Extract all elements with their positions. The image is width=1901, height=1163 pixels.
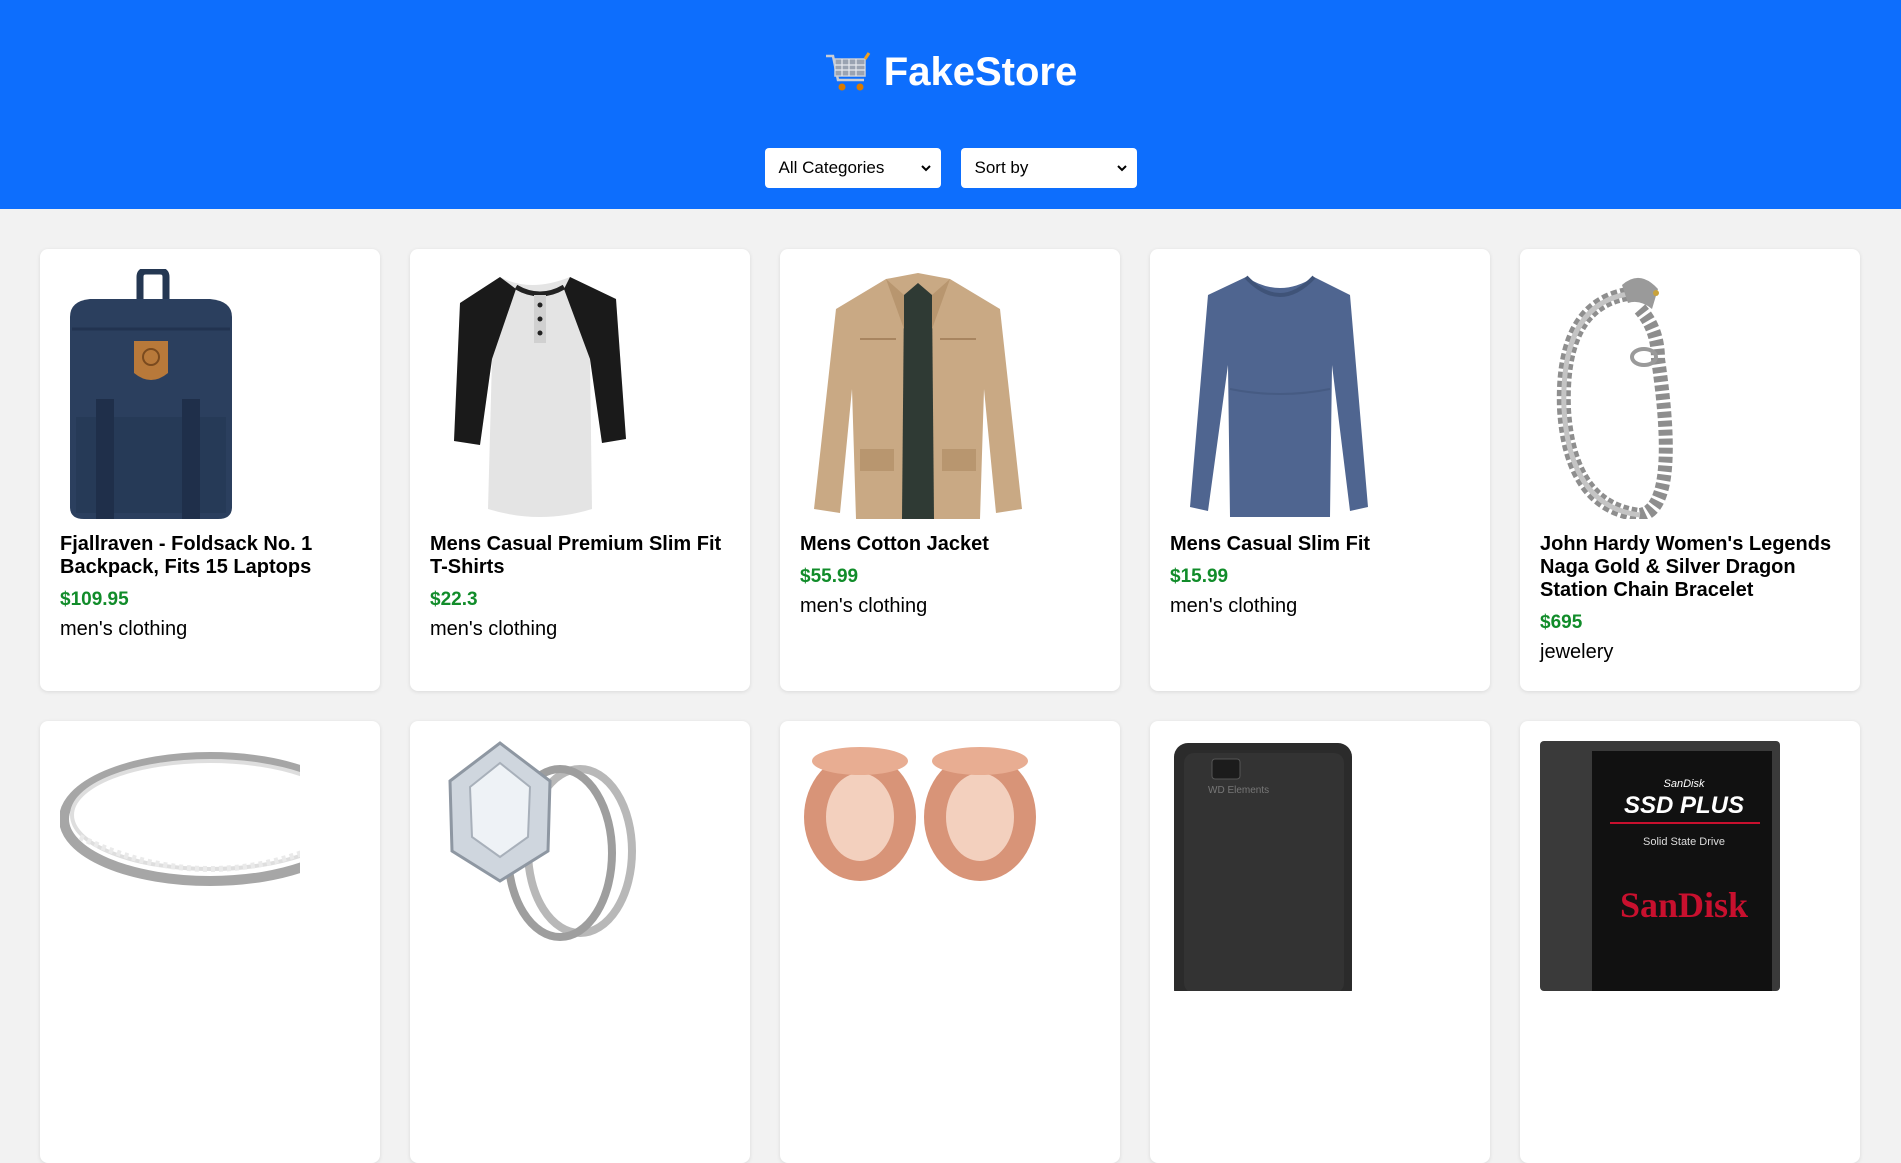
brand: FakeStore: [0, 48, 1901, 96]
ssd-drive-image: SanDisk SSD PLUS Solid State Drive SanDi…: [1540, 741, 1780, 991]
ssd-logo-text: SanDisk: [1620, 885, 1748, 925]
product-card[interactable]: [780, 721, 1120, 1163]
external-hard-drive-image: WD Elements: [1174, 743, 1352, 991]
chevron-down-icon: [920, 165, 931, 172]
product-category: men's clothing: [1170, 595, 1298, 617]
category-select-value: All Categories: [778, 158, 885, 177]
product-price: $109.95: [60, 589, 129, 610]
product-card[interactable]: [410, 721, 750, 1163]
silver-ring-image: [60, 752, 300, 886]
product-card[interactable]: Mens Casual Premium Slim Fit T-Shirts $2…: [410, 249, 750, 691]
product-card[interactable]: Mens Casual Slim Fit $15.99 men's clothi…: [1150, 249, 1490, 691]
backpack-image: [70, 269, 232, 519]
wd-brand-text: WD Elements: [1208, 785, 1269, 796]
diamond-ring-image: [448, 741, 636, 941]
product-price: $15.99: [1170, 566, 1229, 587]
sort-select[interactable]: Sort by: [960, 148, 1137, 188]
category-select[interactable]: All Categories: [764, 148, 941, 188]
product-grid: Fjallraven - Foldsack No. 1 Backpack, Fi…: [40, 249, 1860, 1163]
ssd-brand-small-text: SanDisk: [1664, 778, 1705, 790]
filter-controls: All Categories Sort by: [0, 148, 1901, 188]
product-card[interactable]: SanDisk SSD PLUS Solid State Drive SanDi…: [1520, 721, 1860, 1163]
shopping-cart-icon: [825, 52, 871, 91]
product-category: men's clothing: [800, 595, 928, 617]
sort-select-value: Sort by: [974, 158, 1029, 177]
product-card[interactable]: WD Elements: [1150, 721, 1490, 1163]
product-name[interactable]: Fjallraven - Foldsack No. 1 Backpack, Fi…: [60, 533, 360, 579]
product-category: men's clothing: [60, 618, 188, 640]
longsleeve-shirt-image: [1190, 275, 1368, 517]
store-title: FakeStore: [883, 50, 1078, 94]
ssd-model-text: SSD PLUS: [1624, 792, 1744, 819]
product-card[interactable]: John Hardy Women's Legends Naga Gold & S…: [1520, 249, 1860, 691]
chevron-down-icon: [1116, 165, 1127, 172]
product-price: $695: [1540, 612, 1583, 633]
site-header: FakeStore All Categories Sort by: [0, 0, 1901, 209]
ssd-desc-text: Solid State Drive: [1643, 836, 1725, 848]
product-card[interactable]: Mens Cotton Jacket $55.99 men's clothing: [780, 249, 1120, 691]
raglan-tshirt-image: [454, 277, 626, 517]
product-name[interactable]: Mens Casual Premium Slim Fit T-Shirts: [430, 533, 730, 579]
product-name[interactable]: Mens Cotton Jacket: [800, 533, 1100, 556]
product-category: men's clothing: [430, 618, 558, 640]
product-price: $22.3: [430, 589, 478, 610]
product-price: $55.99: [800, 566, 859, 587]
rose-gold-plugs-image: [804, 747, 1036, 881]
cotton-jacket-image: [814, 273, 1022, 519]
product-category: jewelery: [1540, 641, 1614, 663]
product-card[interactable]: Fjallraven - Foldsack No. 1 Backpack, Fi…: [40, 249, 380, 691]
dragon-bracelet-image: [1556, 277, 1673, 519]
product-name[interactable]: Mens Casual Slim Fit: [1170, 533, 1470, 556]
product-name[interactable]: John Hardy Women's Legends Naga Gold & S…: [1540, 533, 1840, 602]
product-card[interactable]: [40, 721, 380, 1163]
